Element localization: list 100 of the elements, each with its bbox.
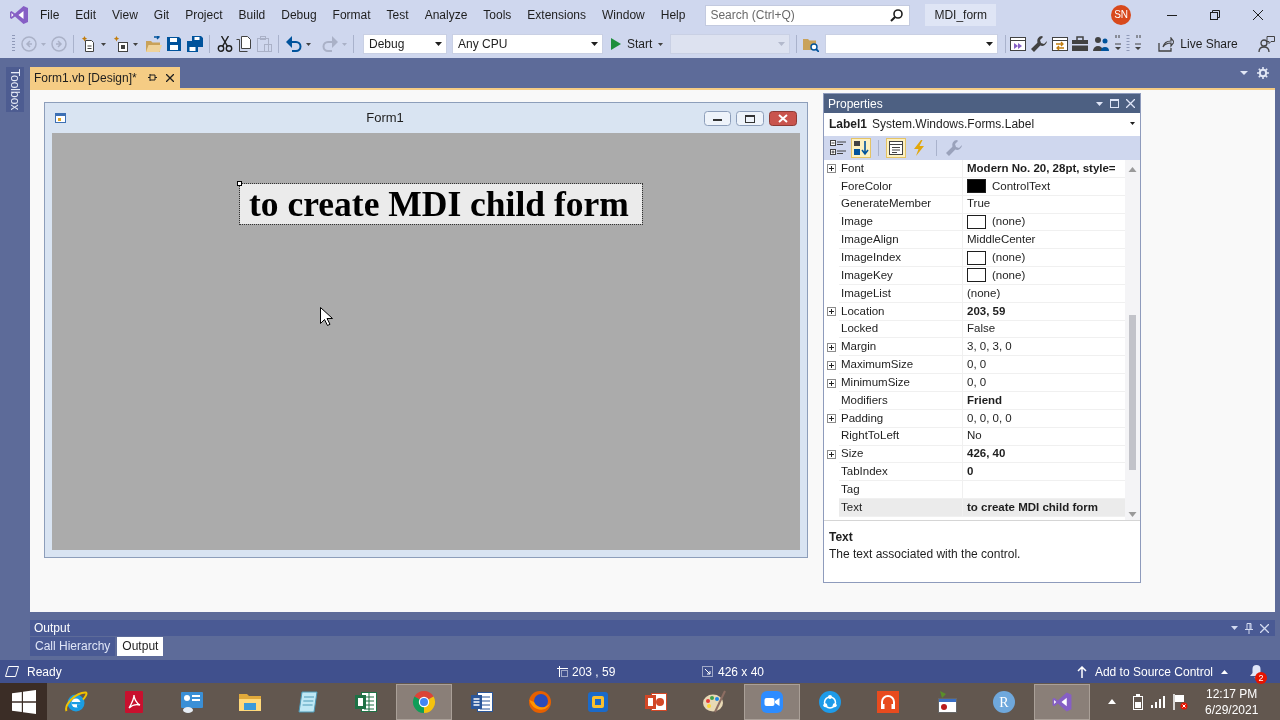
expand-icon[interactable] <box>827 307 836 317</box>
close-icon[interactable] <box>1253 10 1263 20</box>
document-tab[interactable]: Form1.vb [Design]* <box>30 67 180 88</box>
menu-item[interactable]: Test <box>378 0 417 30</box>
wrench-icon[interactable] <box>1031 36 1048 52</box>
globe-e-icon[interactable] <box>64 689 88 714</box>
window-arrows-icon[interactable] <box>1052 36 1069 52</box>
expand-icon[interactable] <box>827 164 836 174</box>
property-row[interactable]: GenerateMember True <box>824 195 1125 214</box>
share-circle-icon[interactable] <box>818 689 842 714</box>
panel-tab[interactable]: Output <box>117 636 164 656</box>
palette-icon[interactable] <box>702 689 726 714</box>
caret-icon[interactable] <box>1221 669 1228 674</box>
menu-item[interactable]: Window <box>594 0 653 30</box>
property-row[interactable]: ImageKey (none) <box>824 267 1125 285</box>
caret-icon[interactable] <box>986 42 994 46</box>
window-icon[interactable] <box>1010 36 1027 52</box>
form-label[interactable]: to create MDI child form <box>240 184 642 224</box>
menu-item[interactable]: Format <box>324 0 379 30</box>
spreadsheet-icon[interactable] <box>354 689 378 714</box>
configuration-dropdown[interactable]: Debug <box>363 34 447 54</box>
flag-icon[interactable] <box>1173 693 1188 710</box>
caret-icon[interactable] <box>435 42 442 46</box>
headphones-icon[interactable] <box>876 689 900 714</box>
property-row[interactable]: ForeColor ControlText <box>824 177 1125 196</box>
property-row[interactable]: Font Modern No. 20, 28pt, style= <box>824 160 1125 178</box>
notepad-icon[interactable] <box>296 689 320 714</box>
caret-icon[interactable] <box>133 42 138 46</box>
user-avatar[interactable]: SN <box>1111 5 1132 25</box>
save-all-icon[interactable] <box>187 36 203 52</box>
panel-tab[interactable]: Call Hierarchy <box>30 636 116 656</box>
source-control-link[interactable]: Add to Source Control <box>1094 662 1213 681</box>
menu-item[interactable]: Extensions <box>519 0 595 30</box>
property-row[interactable]: ImageIndex (none) <box>824 249 1125 268</box>
nested-squares-icon[interactable] <box>586 689 610 714</box>
menu-item[interactable]: File <box>32 0 68 30</box>
search-icon[interactable] <box>890 8 904 22</box>
video-camera-icon[interactable] <box>744 683 800 720</box>
restore-icon[interactable] <box>1210 10 1220 20</box>
add-item-icon[interactable] <box>113 36 129 52</box>
start-button[interactable] <box>0 683 47 720</box>
scissors-icon[interactable] <box>217 36 233 52</box>
property-row[interactable]: TabIndex 0 <box>824 463 1125 482</box>
settings-icon[interactable] <box>1257 67 1269 79</box>
folder-search-icon[interactable] <box>803 36 820 52</box>
menu-item[interactable]: View <box>104 0 146 30</box>
caret-icon[interactable] <box>1108 699 1116 704</box>
new-file-icon[interactable] <box>81 36 97 52</box>
menu-item[interactable]: Edit <box>67 0 105 30</box>
copy-icon[interactable] <box>236 36 252 52</box>
property-row[interactable]: Margin 3, 0, 3, 0 <box>824 338 1125 357</box>
close-icon[interactable] <box>165 73 174 82</box>
scrollbar[interactable] <box>1125 160 1140 520</box>
expand-icon[interactable] <box>827 449 836 459</box>
property-row[interactable]: Image (none) <box>824 213 1125 232</box>
control-panel-icon[interactable] <box>180 689 204 714</box>
start-button[interactable]: Start <box>607 34 668 54</box>
pdf-tile-icon[interactable] <box>122 689 146 714</box>
up-arrow-icon[interactable] <box>1076 665 1087 678</box>
expand-icon[interactable] <box>827 414 836 424</box>
property-row[interactable]: Modifiers Friend <box>824 391 1125 410</box>
caret-icon[interactable] <box>1130 122 1135 125</box>
menu-item[interactable]: Git <box>145 0 178 30</box>
categorized-list-icon[interactable] <box>828 138 848 158</box>
property-row[interactable]: MaximumSize 0, 0 <box>824 356 1125 375</box>
caret-icon[interactable] <box>306 42 311 46</box>
selection-handle-icon[interactable] <box>237 181 242 186</box>
app-logo-icon[interactable] <box>1034 683 1090 720</box>
menu-item[interactable]: Build <box>230 0 274 30</box>
property-row[interactable]: Padding 0, 0, 0, 0 <box>824 409 1125 428</box>
menu-item[interactable]: Help <box>652 0 694 30</box>
toolbar-overflow-icon[interactable] <box>1113 35 1144 53</box>
expand-icon[interactable] <box>827 360 836 370</box>
sort-down-icon[interactable] <box>851 138 871 158</box>
menu-item[interactable]: Project <box>177 0 231 30</box>
fox-globe-icon[interactable] <box>528 689 552 714</box>
expand-icon[interactable] <box>827 342 836 352</box>
property-row[interactable]: ImageList (none) <box>824 284 1125 303</box>
people-icon[interactable] <box>1093 36 1110 52</box>
round-browser-icon[interactable] <box>396 683 452 720</box>
property-sheet-icon[interactable] <box>886 138 906 158</box>
battery-icon[interactable] <box>1133 693 1143 710</box>
property-row[interactable]: Location 203, 59 <box>824 302 1125 321</box>
caret-icon[interactable] <box>658 42 664 46</box>
expand-icon[interactable] <box>827 378 836 388</box>
signal-icon[interactable] <box>1151 695 1167 708</box>
property-row[interactable]: Locked False <box>824 320 1125 339</box>
platform-dropdown[interactable]: Any CPU <box>452 34 603 54</box>
menu-item[interactable]: Tools <box>475 0 520 30</box>
undo-icon[interactable] <box>286 36 302 52</box>
close-icon[interactable] <box>769 110 797 126</box>
caret-icon[interactable] <box>101 42 106 46</box>
search-field[interactable]: Search (Ctrl+Q) <box>705 4 911 26</box>
menu-item[interactable]: Debug <box>273 0 325 30</box>
minimize-icon[interactable] <box>704 110 731 126</box>
save-icon[interactable] <box>166 36 182 52</box>
property-row[interactable]: ImageAlign MiddleCenter <box>824 231 1125 250</box>
menu-item[interactable]: Analyze <box>416 0 476 30</box>
property-row[interactable]: Size 426, 40 <box>824 445 1125 464</box>
folder-icon[interactable] <box>146 36 162 52</box>
